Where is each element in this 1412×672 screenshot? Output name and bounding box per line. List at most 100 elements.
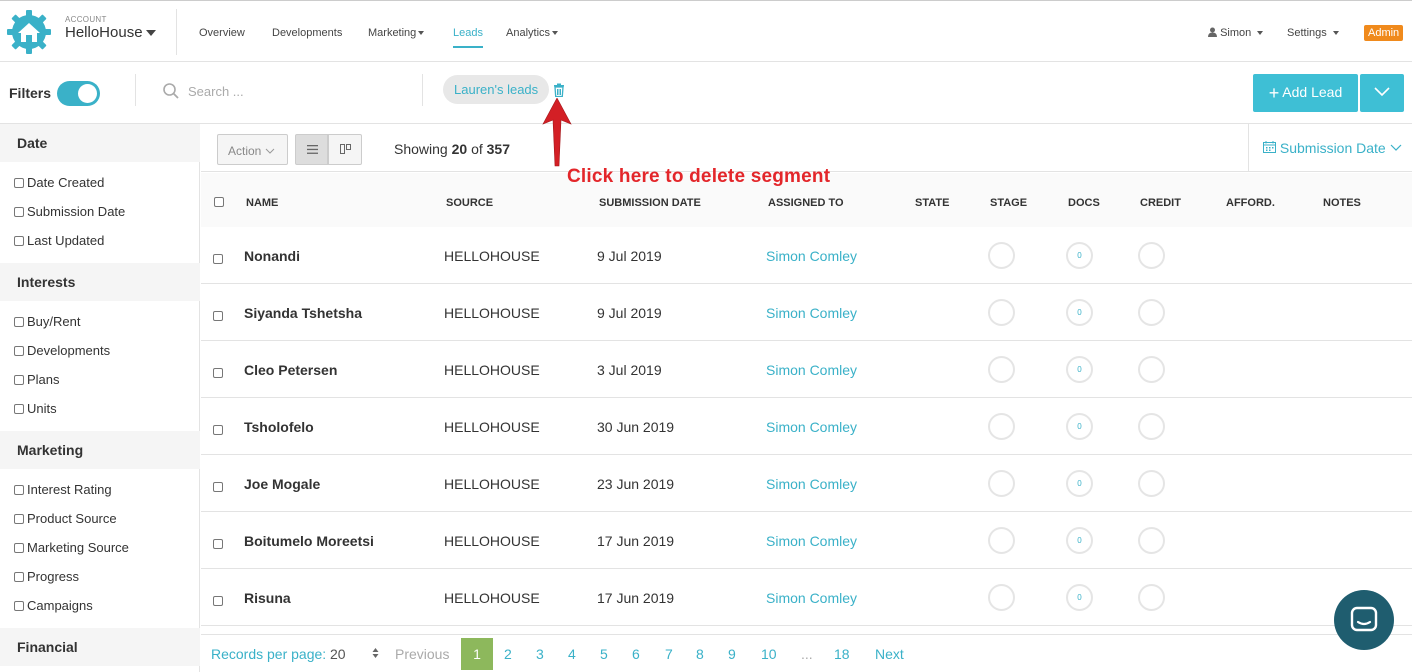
credit-indicator[interactable] bbox=[1138, 413, 1165, 440]
search-input[interactable] bbox=[188, 80, 408, 102]
lead-assigned[interactable]: Simon Comley bbox=[766, 248, 857, 264]
lead-name[interactable]: Joe Mogale bbox=[244, 476, 320, 492]
column-header-credit[interactable]: CREDIT bbox=[1140, 197, 1181, 209]
lead-name[interactable]: Risuna bbox=[244, 590, 291, 606]
checkbox[interactable] bbox=[14, 178, 24, 188]
row-checkbox[interactable] bbox=[213, 482, 223, 492]
segment-pill[interactable]: Lauren's leads bbox=[443, 75, 550, 104]
row-checkbox[interactable] bbox=[213, 311, 223, 321]
filter-progress[interactable]: Progress bbox=[14, 569, 79, 584]
filter-product-source[interactable]: Product Source bbox=[14, 511, 117, 526]
nav-analytics[interactable]: Analytics bbox=[506, 27, 559, 39]
row-checkbox[interactable] bbox=[213, 368, 223, 378]
nav-overview[interactable]: Overview bbox=[199, 27, 245, 39]
filter-date-created[interactable]: Date Created bbox=[14, 175, 104, 190]
table-row[interactable]: Tsholofelo HELLOHOUSE 30 Jun 2019 Simon … bbox=[201, 398, 1412, 455]
stage-indicator[interactable] bbox=[988, 413, 1015, 440]
list-view-toggle[interactable] bbox=[295, 134, 328, 165]
previous-page[interactable]: Previous bbox=[395, 646, 449, 662]
checkbox[interactable] bbox=[14, 601, 24, 611]
filters-toggle[interactable] bbox=[57, 81, 100, 106]
nav-leads[interactable]: Leads bbox=[453, 27, 483, 48]
lead-assigned[interactable]: Simon Comley bbox=[766, 362, 857, 378]
table-row[interactable]: Joe Mogale HELLOHOUSE 23 Jun 2019 Simon … bbox=[201, 455, 1412, 512]
page-18[interactable]: 18 bbox=[834, 646, 850, 662]
row-checkbox[interactable] bbox=[213, 539, 223, 549]
column-header-state[interactable]: STATE bbox=[915, 197, 949, 209]
filter-buy-rent[interactable]: Buy/Rent bbox=[14, 314, 80, 329]
column-header-notes[interactable]: NOTES bbox=[1323, 197, 1361, 209]
stage-indicator[interactable] bbox=[988, 356, 1015, 383]
checkbox[interactable] bbox=[14, 404, 24, 414]
account-caret-icon[interactable] bbox=[146, 30, 156, 36]
lead-assigned[interactable]: Simon Comley bbox=[766, 476, 857, 492]
checkbox[interactable] bbox=[14, 236, 24, 246]
checkbox[interactable] bbox=[14, 317, 24, 327]
column-header-stage[interactable]: STAGE bbox=[990, 197, 1027, 209]
stage-indicator[interactable] bbox=[988, 527, 1015, 554]
row-checkbox[interactable] bbox=[213, 425, 223, 435]
column-header-source[interactable]: SOURCE bbox=[446, 197, 493, 209]
lead-assigned[interactable]: Simon Comley bbox=[766, 533, 857, 549]
credit-indicator[interactable] bbox=[1138, 299, 1165, 326]
credit-indicator[interactable] bbox=[1138, 527, 1165, 554]
lead-assigned[interactable]: Simon Comley bbox=[766, 590, 857, 606]
sort-dropdown[interactable]: Submission Date bbox=[1263, 140, 1402, 156]
column-header-submission-date[interactable]: SUBMISSION DATE bbox=[599, 197, 701, 209]
page-5[interactable]: 5 bbox=[600, 646, 608, 662]
next-page[interactable]: Next bbox=[875, 646, 904, 662]
stage-indicator[interactable] bbox=[988, 242, 1015, 269]
filter-marketing-source[interactable]: Marketing Source bbox=[14, 540, 129, 555]
column-header-assigned-to[interactable]: ASSIGNED TO bbox=[768, 197, 844, 209]
checkbox[interactable] bbox=[14, 543, 24, 553]
docs-count[interactable]: 0 bbox=[1066, 413, 1093, 440]
credit-indicator[interactable] bbox=[1138, 242, 1165, 269]
page-2[interactable]: 2 bbox=[504, 646, 512, 662]
lead-name[interactable]: Nonandi bbox=[244, 248, 300, 264]
docs-count[interactable]: 0 bbox=[1066, 356, 1093, 383]
lead-assigned[interactable]: Simon Comley bbox=[766, 305, 857, 321]
checkbox[interactable] bbox=[14, 207, 24, 217]
admin-badge[interactable]: Admin bbox=[1364, 25, 1404, 41]
lead-name[interactable]: Cleo Petersen bbox=[244, 362, 337, 378]
table-row[interactable]: Nonandi HELLOHOUSE 9 Jul 2019 Simon Coml… bbox=[201, 227, 1412, 284]
column-header-name[interactable]: NAME bbox=[246, 197, 278, 209]
action-dropdown[interactable]: Action bbox=[217, 134, 288, 165]
board-view-toggle[interactable] bbox=[328, 134, 362, 165]
page-7[interactable]: 7 bbox=[665, 646, 673, 662]
credit-indicator[interactable] bbox=[1138, 470, 1165, 497]
lead-name[interactable]: Boitumelo Moreetsi bbox=[244, 533, 374, 549]
docs-count[interactable]: 0 bbox=[1066, 584, 1093, 611]
filter-units[interactable]: Units bbox=[14, 401, 57, 416]
checkbox[interactable] bbox=[14, 485, 24, 495]
chat-launcher-button[interactable] bbox=[1334, 590, 1394, 650]
page-8[interactable]: 8 bbox=[696, 646, 704, 662]
column-header-docs[interactable]: DOCS bbox=[1068, 197, 1100, 209]
filter-developments[interactable]: Developments bbox=[14, 343, 110, 358]
checkbox[interactable] bbox=[14, 572, 24, 582]
filter-last-updated[interactable]: Last Updated bbox=[14, 233, 104, 248]
table-row[interactable]: Cleo Petersen HELLOHOUSE 3 Jul 2019 Simo… bbox=[201, 341, 1412, 398]
row-checkbox[interactable] bbox=[213, 254, 223, 264]
lead-name[interactable]: Tsholofelo bbox=[244, 419, 314, 435]
settings-menu[interactable]: Settings bbox=[1287, 27, 1339, 39]
page-9[interactable]: 9 bbox=[728, 646, 736, 662]
docs-count[interactable]: 0 bbox=[1066, 299, 1093, 326]
house-gear-logo-icon[interactable] bbox=[6, 9, 52, 55]
stage-indicator[interactable] bbox=[988, 584, 1015, 611]
docs-count[interactable]: 0 bbox=[1066, 242, 1093, 269]
page-3[interactable]: 3 bbox=[536, 646, 544, 662]
table-row[interactable]: Boitumelo Moreetsi HELLOHOUSE 17 Jun 201… bbox=[201, 512, 1412, 569]
docs-count[interactable]: 0 bbox=[1066, 527, 1093, 554]
stage-indicator[interactable] bbox=[988, 470, 1015, 497]
column-header-afford[interactable]: AFFORD. bbox=[1226, 197, 1275, 209]
filter-interest-rating[interactable]: Interest Rating bbox=[14, 482, 112, 497]
lead-name[interactable]: Siyanda Tshetsha bbox=[244, 305, 362, 321]
page-1[interactable]: 1 bbox=[461, 638, 493, 670]
add-lead-dropdown-button[interactable] bbox=[1360, 74, 1404, 112]
credit-indicator[interactable] bbox=[1138, 584, 1165, 611]
select-all-checkbox[interactable] bbox=[214, 197, 224, 207]
add-lead-button[interactable]: + Add Lead bbox=[1253, 74, 1358, 112]
nav-marketing[interactable]: Marketing bbox=[368, 27, 425, 39]
account-name[interactable]: HelloHouse bbox=[65, 24, 143, 41]
